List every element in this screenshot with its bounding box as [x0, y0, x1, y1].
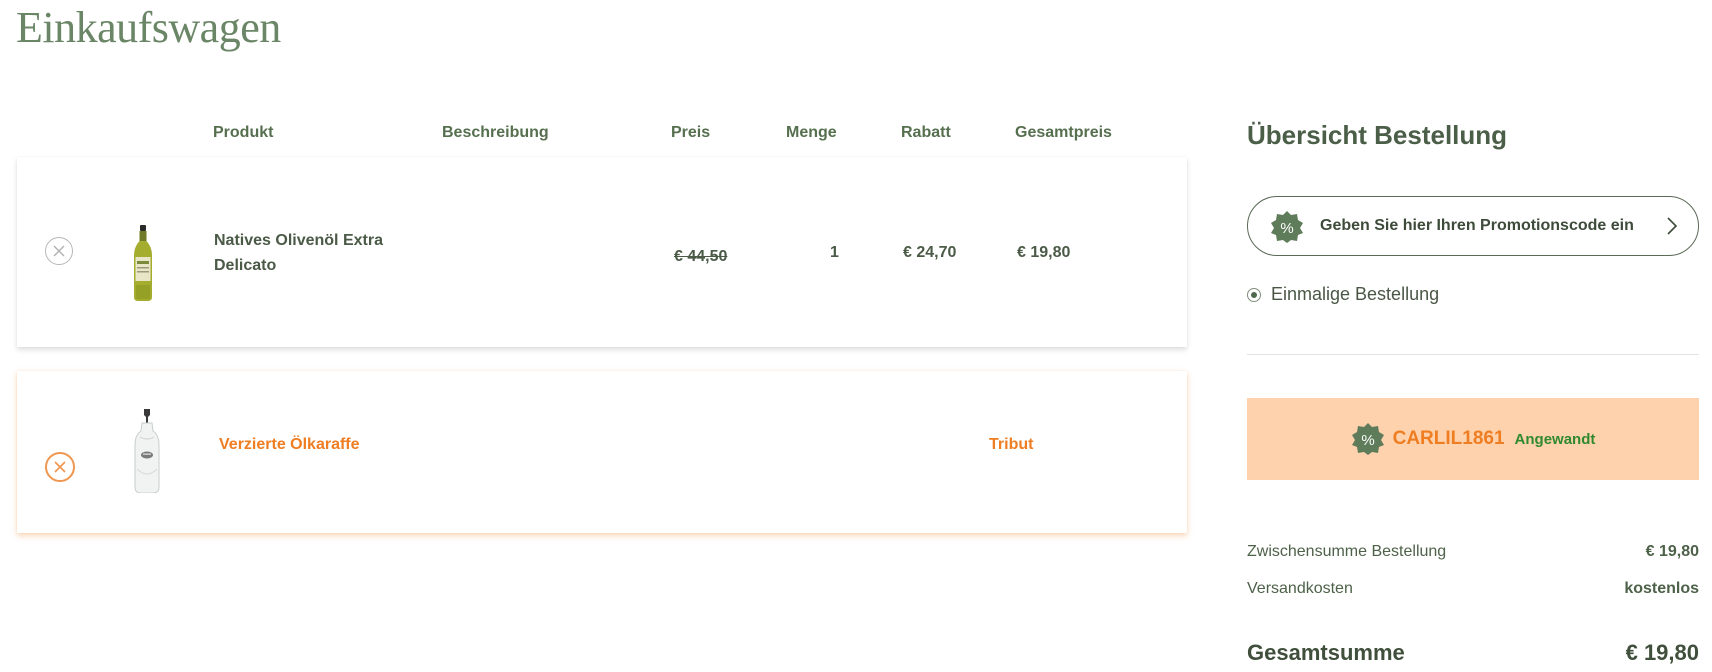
- shipping-value: kostenlos: [1624, 580, 1699, 597]
- svg-text:%: %: [1280, 220, 1293, 237]
- divider: [1247, 354, 1699, 355]
- applied-promo-code: CARLIL1861: [1392, 428, 1505, 449]
- close-icon: [53, 245, 65, 257]
- promo-code-input[interactable]: % Geben Sie hier Ihren Promotionscode ei…: [1247, 196, 1699, 256]
- header-product: Produkt: [213, 124, 274, 141]
- product-total: Tribut: [989, 436, 1034, 453]
- promo-code-placeholder: Geben Sie hier Ihren Promotionscode ein: [1320, 217, 1634, 234]
- order-type-one-time[interactable]: Einmalige Bestellung: [1247, 284, 1439, 305]
- product-discount: € 24,70: [903, 244, 957, 261]
- header-quantity: Menge: [786, 124, 837, 141]
- remove-item-button[interactable]: [45, 452, 75, 482]
- product-name[interactable]: Natives Olivenöl Extra Delicato: [214, 228, 414, 278]
- grand-total-value: € 19,80: [1625, 640, 1699, 665]
- order-summary-title: Übersicht Bestellung: [1247, 120, 1508, 150]
- percent-badge-icon: %: [1351, 423, 1384, 455]
- header-total: Gesamtpreis: [1015, 124, 1112, 141]
- cart-item-row: Natives Olivenöl Extra Delicato € 44,50 …: [17, 157, 1187, 347]
- header-description: Beschreibung: [442, 124, 549, 141]
- close-icon: [54, 461, 66, 473]
- remove-item-button[interactable]: [45, 237, 73, 265]
- product-name[interactable]: Verzierte Ölkaraffe: [219, 436, 360, 454]
- order-type-label: Einmalige Bestellung: [1271, 284, 1440, 304]
- cart-item-row-gift: Verzierte Ölkaraffe Tribut: [17, 371, 1187, 533]
- subtotal-label: Zwischensumme Bestellung: [1247, 543, 1447, 560]
- product-quantity: 1: [830, 244, 839, 261]
- product-image-olive-oil-bottle: [134, 225, 152, 301]
- chevron-right-icon: [1667, 217, 1678, 235]
- product-image-oil-carafe: [134, 409, 160, 493]
- shipping-label: Versandkosten: [1247, 580, 1353, 597]
- header-discount: Rabatt: [901, 124, 951, 141]
- radio-button[interactable]: [1247, 287, 1261, 302]
- percent-badge-icon: %: [1271, 211, 1303, 243]
- product-total: € 19,80: [1017, 244, 1071, 261]
- grand-total-label: Gesamtsumme: [1247, 640, 1405, 665]
- header-price: Preis: [671, 124, 711, 141]
- subtotal-value: € 19,80: [1645, 543, 1699, 560]
- applied-status: Angewandt: [1514, 430, 1596, 448]
- page-title: Einkaufswagen: [16, 3, 281, 52]
- product-price: € 44,50: [674, 248, 728, 265]
- applied-promo-banner: % CARLIL1861 Angewandt: [1247, 398, 1699, 480]
- svg-text:%: %: [1361, 432, 1374, 449]
